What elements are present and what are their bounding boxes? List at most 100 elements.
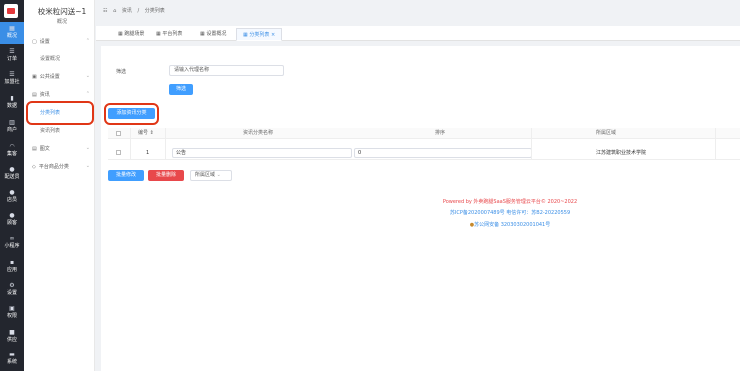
rail-item-9[interactable]: ∞ 小程序 [0, 232, 24, 254]
secondary-menu: 校米粒闪送~1 概况 ▢ 设置 ⌃ 设置概况 ▣ 公共设置 ⌄ ▤ 资讯 ⌃ 分类列表 资讯… [24, 0, 95, 371]
doc-icon: ▤ [32, 146, 37, 152]
rail-item-12[interactable]: ▣ 权限 [0, 302, 24, 324]
powered-by: Powered by 外卖跑腿SaaS服务管理云平台© 2020~2022 [442, 199, 578, 205]
breadcrumb-page: 分类列表 [144, 8, 165, 14]
apps-icon: ▪ [9, 259, 15, 266]
tab-category-list[interactable]: ▦ 分类列表 × [236, 28, 283, 41]
region-select[interactable]: 所属区域 ⌄ [190, 170, 232, 181]
rail-item-11[interactable]: ⚙ 设置 [0, 279, 24, 301]
tab-settings-overview[interactable]: ▦ 设置概况 [194, 28, 232, 41]
menu-group-graphic[interactable]: ▤ 图文 ⌄ [32, 145, 90, 152]
close-icon[interactable]: × [271, 32, 275, 38]
batch-edit-button[interactable]: 批量修改 [108, 170, 144, 181]
rail-item-label: 集客 [6, 151, 17, 157]
rail-item-label: 概况 [6, 33, 17, 39]
headset-icon: ◠ [9, 143, 15, 150]
rail-item-13[interactable]: ■ 供应 [0, 326, 24, 348]
rail-item-label: 供应 [6, 337, 17, 343]
col-region: 所属区域 [596, 130, 617, 136]
chevron-up-icon: ⌃ [85, 38, 90, 44]
category-name-input[interactable]: 公告 [172, 148, 352, 158]
row-checkbox[interactable] [116, 150, 121, 155]
rail-item-1[interactable]: ☰ 订单 [0, 45, 24, 67]
divider [531, 128, 532, 160]
app-logo [4, 4, 18, 18]
rail-item-label: 顾客 [6, 220, 17, 226]
tab-bar: ▦ 跑腿场景 ▦ 平台列表 ▦ 设置概况 ▦ 分类列表 × [96, 26, 740, 41]
menu-item-article-list[interactable]: 资讯列表 [40, 127, 60, 134]
menu-group-news[interactable]: ▤ 资讯 ⌃ [32, 91, 90, 98]
rail-item-label: 权限 [6, 313, 17, 319]
rail-item-label: 商户 [6, 127, 17, 133]
list-icon: ☰ [9, 48, 15, 55]
person-icon: ● [9, 212, 15, 219]
filter-label: 筛选 [116, 69, 127, 75]
divider [165, 128, 166, 160]
highlight-add-button [104, 103, 159, 125]
table-row: 1 公告 0 江苏建筑职业技术学院 [108, 146, 740, 160]
rail-item-label: 店员 [6, 197, 17, 203]
menu-group-common[interactable]: ▣ 公共设置 ⌄ [32, 73, 90, 80]
rail-item-7[interactable]: ● 店员 [0, 186, 24, 208]
filter-button[interactable]: 筛选 [169, 84, 193, 95]
rail-item-label: 设置 [6, 290, 17, 296]
person-icon: ● [9, 166, 15, 173]
main-rail: ▦ 概况 ☰ 订单 ☰ 加盟社 ▮ 数据 ▥ 商户 ◠ 集客 ● 配送员 ● 店员 ● 顾客 ∞ 小程序 ▪ 应用 ⚙ 设置 ▣… [0, 0, 24, 371]
image-icon: ▣ [32, 74, 37, 80]
agent-name-input[interactable]: 请输入代理名称 [169, 65, 284, 76]
police-record[interactable]: ●苏公网安备 32030302001041号 [420, 221, 600, 228]
rail-item-6[interactable]: ● 配送员 [0, 163, 24, 185]
tab-platform-list[interactable]: ▦ 平台列表 [150, 28, 188, 41]
sort-input[interactable]: 0 [354, 148, 532, 158]
grid-icon: ▦ [9, 25, 15, 32]
box-icon: ■ [9, 329, 15, 336]
monitor-icon: ▬ [9, 351, 15, 358]
divider [130, 128, 131, 160]
rail-item-8[interactable]: ● 顾客 [0, 209, 24, 231]
rail-item-2[interactable]: ☰ 加盟社 [0, 68, 24, 90]
chevron-up-icon: ⌃ [85, 91, 90, 97]
store-icon: ▥ [9, 119, 15, 126]
shop-subtitle: 概况 [56, 19, 67, 25]
chevron-down-icon: ⌄ [216, 172, 221, 178]
breadcrumb: ☷ ⌂ 资讯 / 分类列表 [103, 8, 165, 14]
col-name: 资讯分类名称 [243, 130, 274, 136]
tag-icon: ◇ [32, 164, 36, 170]
breadcrumb-home[interactable]: ⌂ [113, 8, 116, 14]
doc-icon: ▤ [32, 92, 37, 98]
chart-icon: ▮ [10, 95, 14, 102]
rail-item-10[interactable]: ▪ 应用 [0, 256, 24, 278]
rail-item-label: 加盟社 [4, 79, 20, 85]
link-icon: ∞ [9, 235, 15, 242]
gear-icon: ⚙ [9, 282, 15, 289]
tab-errand-scene[interactable]: ▦ 跑腿场景 [112, 28, 150, 41]
col-id[interactable]: 编号 ⇕ [138, 128, 154, 139]
chevron-down-icon: ⌄ [85, 73, 90, 79]
settings-icon: ▢ [32, 39, 37, 45]
icp-license[interactable]: 苏ICP备2020007489号 电信许可：苏B2-20220559 [420, 209, 600, 216]
rail-item-label: 小程序 [4, 243, 20, 249]
menu-group-settings[interactable]: ▢ 设置 ⌃ [32, 38, 90, 45]
rail-item-label: 订单 [6, 56, 17, 62]
rail-item-0[interactable]: ▦ 概况 [0, 22, 24, 44]
highlight-category-list [26, 101, 94, 125]
table-header: 编号 ⇕ 资讯分类名称 排序 所属区域 [108, 128, 740, 139]
rail-item-label: 数据 [6, 103, 17, 109]
rail-item-5[interactable]: ◠ 集客 [0, 140, 24, 162]
row-region: 江苏建筑职业技术学院 [596, 150, 647, 156]
person-icon: ● [9, 189, 15, 196]
batch-delete-button[interactable]: 批量删除 [148, 170, 184, 181]
lock-icon: ▣ [9, 305, 15, 312]
rail-item-4[interactable]: ▥ 商户 [0, 116, 24, 138]
breadcrumb-section[interactable]: 资讯 [122, 8, 132, 14]
select-all-checkbox[interactable] [116, 131, 121, 136]
collapse-icon[interactable]: ☷ [103, 8, 107, 14]
chevron-down-icon: ⌄ [85, 145, 90, 151]
rail-item-14[interactable]: ▬ 系统 [0, 348, 24, 370]
menu-item-settings-overview[interactable]: 设置概况 [40, 55, 60, 62]
rail-item-label: 应用 [6, 267, 17, 273]
rail-item-label: 配送员 [4, 174, 20, 180]
menu-group-product-category[interactable]: ◇ 平台商品分类 ⌄ [32, 163, 90, 170]
rail-item-3[interactable]: ▮ 数据 [0, 92, 24, 114]
divider [715, 128, 716, 160]
